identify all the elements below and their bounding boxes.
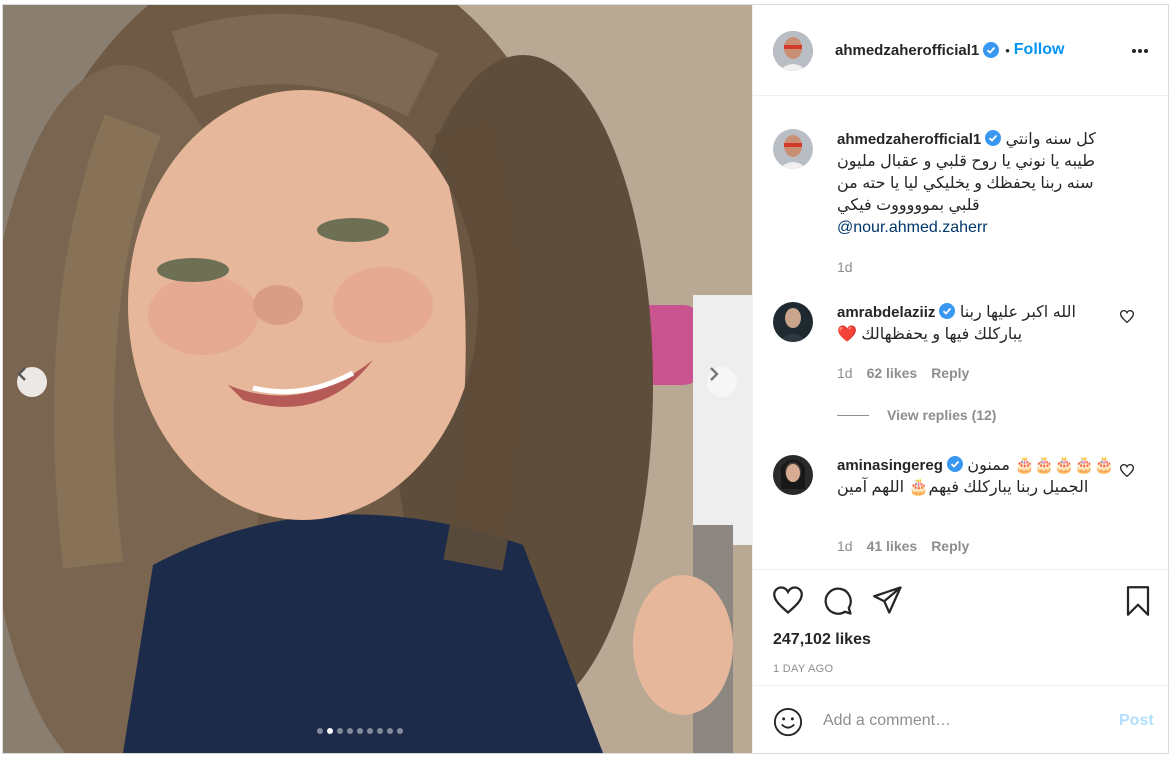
chevron-left-icon bbox=[17, 367, 26, 381]
comment-body: aminasingereg 🎂🎂🎂🎂🎂 ممنون الجميل ربنا يب… bbox=[837, 455, 1117, 499]
avatar-image bbox=[773, 31, 813, 71]
caption-meta: 1d bbox=[837, 259, 853, 275]
follow-button[interactable]: Follow bbox=[1014, 41, 1065, 59]
caption-time[interactable]: 1d bbox=[837, 259, 853, 275]
comment-input[interactable] bbox=[823, 706, 1093, 736]
post-photo[interactable] bbox=[3, 5, 752, 753]
verified-badge-icon bbox=[983, 42, 1000, 58]
verified-badge-icon bbox=[985, 130, 1002, 146]
comment-time[interactable]: 1d bbox=[837, 538, 853, 554]
comment-time[interactable]: 1d bbox=[837, 365, 853, 381]
comment-body: amrabdelaziiz الله اكبر عليها ربنا يبارك… bbox=[837, 302, 1117, 346]
carousel-next-button[interactable] bbox=[707, 367, 737, 397]
author-username[interactable]: ahmedzaherofficial1 bbox=[835, 42, 979, 59]
comment-username[interactable]: amrabdelaziiz bbox=[837, 304, 935, 321]
carousel-dot bbox=[317, 728, 323, 734]
like-comment-heart-icon[interactable] bbox=[1120, 464, 1134, 477]
share-paper-plane-icon[interactable] bbox=[873, 586, 903, 614]
like-comment-heart-icon[interactable] bbox=[1120, 310, 1134, 323]
save-bookmark-icon[interactable] bbox=[1125, 586, 1151, 616]
caption-mention[interactable]: @nour.ahmed.zaherr bbox=[837, 217, 1117, 239]
carousel-dot bbox=[397, 728, 403, 734]
caption-body: ahmedzaherofficial1 كل سنه وانتي طيبه يا… bbox=[837, 129, 1117, 239]
author-avatar[interactable] bbox=[773, 31, 813, 71]
comment-meta: 1d 41 likes Reply bbox=[837, 538, 969, 554]
more-dots-icon bbox=[1132, 49, 1148, 53]
emoji-smiley-icon[interactable] bbox=[773, 707, 803, 737]
verified-badge-icon bbox=[946, 456, 963, 472]
reply-button[interactable]: Reply bbox=[931, 365, 969, 381]
more-options-button[interactable] bbox=[1131, 41, 1149, 59]
photo-illustration bbox=[3, 5, 752, 753]
comment-avatar[interactable] bbox=[773, 455, 813, 495]
carousel-dot bbox=[377, 728, 383, 734]
comment-avatar[interactable] bbox=[773, 302, 813, 342]
add-comment-bar: Post bbox=[753, 685, 1169, 753]
post-timestamp[interactable]: 1 DAY AGO bbox=[773, 663, 833, 675]
carousel-dot bbox=[387, 728, 393, 734]
carousel-dot bbox=[327, 728, 333, 734]
comment-bubble-icon[interactable] bbox=[823, 586, 853, 616]
carousel-indicator bbox=[317, 728, 403, 734]
avatar-image bbox=[773, 302, 813, 342]
avatar-image bbox=[773, 455, 813, 495]
avatar-image bbox=[773, 129, 813, 169]
chevron-right-icon bbox=[710, 367, 719, 381]
post-side-panel: ahmedzaherofficial1 • Follow ahmedzahero… bbox=[752, 5, 1169, 753]
like-heart-icon[interactable] bbox=[773, 586, 803, 614]
header-separator: • bbox=[1005, 42, 1010, 58]
view-replies-label: View replies (12) bbox=[887, 407, 997, 423]
comment-meta: 1d 62 likes Reply bbox=[837, 365, 969, 381]
post-actions: 247,102 likes 1 DAY AGO bbox=[753, 569, 1169, 685]
carousel-dot bbox=[337, 728, 343, 734]
caption-avatar[interactable] bbox=[773, 129, 813, 169]
carousel-dot bbox=[357, 728, 363, 734]
likes-count[interactable]: 247,102 likes bbox=[773, 631, 871, 649]
comment-username[interactable]: aminasingereg bbox=[837, 457, 943, 474]
comments-list[interactable]: ahmedzaherofficial1 كل سنه وانتي طيبه يا… bbox=[753, 97, 1169, 569]
post-header: ahmedzaherofficial1 • Follow bbox=[753, 5, 1169, 96]
post-comment-button[interactable]: Post bbox=[1119, 712, 1154, 730]
post-dialog: ahmedzaherofficial1 • Follow ahmedzahero… bbox=[2, 4, 1169, 754]
replies-divider bbox=[837, 414, 869, 416]
carousel-prev-button[interactable] bbox=[17, 367, 47, 397]
comment-likes[interactable]: 62 likes bbox=[867, 365, 918, 381]
comment-likes[interactable]: 41 likes bbox=[867, 538, 918, 554]
verified-badge-icon bbox=[939, 303, 956, 319]
reply-button[interactable]: Reply bbox=[931, 538, 969, 554]
caption-username[interactable]: ahmedzaherofficial1 bbox=[837, 131, 981, 148]
carousel-dot bbox=[367, 728, 373, 734]
carousel-dot bbox=[347, 728, 353, 734]
view-replies-button[interactable]: View replies (12) bbox=[837, 407, 996, 423]
